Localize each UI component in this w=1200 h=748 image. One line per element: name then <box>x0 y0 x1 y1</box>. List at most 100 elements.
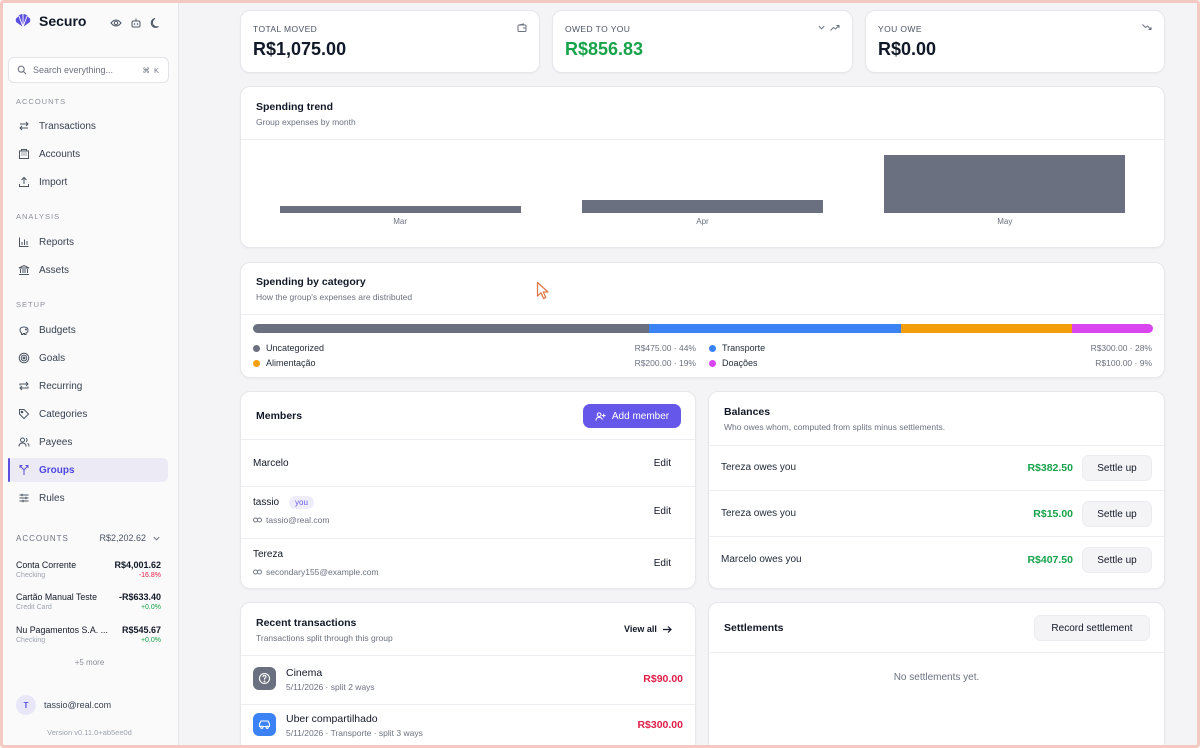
add-member-button[interactable]: Add member <box>583 404 681 428</box>
edit-member-button[interactable]: Edit <box>654 558 671 569</box>
sidebar-item-label: Import <box>39 176 68 188</box>
spending-category-card: Spending by category How the group's exp… <box>240 262 1165 378</box>
settle-up-button[interactable]: Settle up <box>1082 455 1152 481</box>
legend-value: R$300.00 · 28% <box>1090 343 1152 353</box>
account-balance: R$545.67 <box>121 625 161 635</box>
transaction-meta: 5/11/2026 · Transporte · split 3 ways <box>286 728 423 738</box>
legend-label: Alimentação <box>266 358 316 368</box>
section-title-setup: SETUP <box>16 300 47 309</box>
recent-transactions-card: Recent transactions Transactions split t… <box>240 602 696 748</box>
brand[interactable]: Securo <box>14 13 86 29</box>
stat-card-you-owe: YOU OWE R$0.00 <box>865 10 1165 73</box>
bank-icon <box>17 264 30 277</box>
sidebar-item-goals[interactable]: Goals <box>8 346 168 370</box>
user-plus-icon <box>595 411 606 422</box>
user-menu[interactable]: T tassio@real.com <box>16 695 111 715</box>
sidebar-item-categories[interactable]: Categories <box>8 402 168 426</box>
more-accounts-link[interactable]: +5 more <box>0 658 179 667</box>
card-title: Settlements <box>724 622 784 634</box>
account-name: Conta Corrente <box>16 560 77 570</box>
legend-item: Uncategorized R$475.00 · 44% <box>253 343 696 353</box>
edit-member-button[interactable]: Edit <box>654 506 671 517</box>
shell-logo-icon <box>14 13 32 29</box>
sidebar-item-label: Accounts <box>39 148 81 160</box>
search-icon <box>17 65 27 75</box>
sidebar-item-budgets[interactable]: Budgets <box>8 318 168 342</box>
bar-chart-icon <box>17 236 30 249</box>
sidebar-item-label: Categories <box>39 408 88 420</box>
robot-icon[interactable] <box>129 16 142 29</box>
trend-x-label: Mar <box>393 217 408 226</box>
sidebar-item-recurring[interactable]: Recurring <box>8 374 168 398</box>
stat-label: YOU OWE <box>878 24 922 34</box>
account-item[interactable]: Nu Pagamentos S.A. ... Checking R$545.67… <box>16 625 161 651</box>
edit-member-button[interactable]: Edit <box>654 458 671 469</box>
divider <box>709 536 1164 537</box>
balances-card: Balances Who owes whom, computed from sp… <box>708 391 1165 589</box>
account-item[interactable]: Cartão Manual Teste Credit Card -R$633.4… <box>16 592 161 618</box>
members-card: Members Add member Marcelo Edit tassio y… <box>240 391 696 589</box>
legend-item: Alimentação R$200.00 · 19% <box>253 358 696 368</box>
section-title-analysis: ANALYSIS <box>16 212 61 221</box>
sidebar-item-label: Payees <box>39 436 73 448</box>
card-title: Members <box>256 410 303 422</box>
sidebar-item-payees[interactable]: Payees <box>8 430 168 454</box>
eye-icon[interactable] <box>109 16 122 29</box>
divider <box>241 439 695 440</box>
balance-amount: R$382.50 <box>1027 462 1073 474</box>
stat-card-total-moved: TOTAL MOVED R$1,075.00 <box>240 10 540 73</box>
repeat-icon <box>17 380 30 393</box>
category-stacked-bar <box>253 324 1153 333</box>
stat-value: R$1,075.00 <box>253 39 347 59</box>
legend-item: Doações R$100.00 · 9% <box>709 358 1152 368</box>
target-icon <box>17 352 30 365</box>
transaction-meta: 5/11/2026 · split 2 ways <box>286 682 375 692</box>
stat-value: R$856.83 <box>565 39 644 59</box>
sidebar-item-import[interactable]: Import <box>8 170 168 194</box>
record-settlement-button[interactable]: Record settlement <box>1034 615 1150 641</box>
legend-label: Doações <box>722 358 758 368</box>
card-subtitle: Group expenses by month <box>256 117 356 127</box>
legend-dot <box>253 359 260 367</box>
accounts-summary-header[interactable]: ACCOUNTS R$2,202.62 <box>16 533 161 543</box>
sidebar-item-groups[interactable]: Groups <box>8 458 168 482</box>
account-change: +0.0% <box>140 604 161 611</box>
search-input[interactable] <box>33 65 133 75</box>
account-name: Cartão Manual Teste <box>16 592 98 602</box>
chevron-down-icon[interactable] <box>817 23 826 32</box>
settle-up-button[interactable]: Settle up <box>1082 547 1152 573</box>
moon-icon[interactable] <box>149 16 162 29</box>
trend-x-label: Apr <box>696 217 709 226</box>
balance-amount: R$15.00 <box>1033 508 1073 520</box>
member-email: tassio@real.com <box>266 515 330 525</box>
legend-value: R$200.00 · 19% <box>634 358 696 368</box>
arrow-right-icon <box>662 625 672 634</box>
question-circle-icon <box>253 667 276 690</box>
divider <box>241 704 695 705</box>
sidebar-item-accounts[interactable]: Accounts <box>8 142 168 166</box>
sidebar-item-transactions[interactable]: Transactions <box>8 114 168 138</box>
sidebar: Securo ⌘ K ACCOUNTS Transactions Account… <box>0 0 179 748</box>
settle-up-button[interactable]: Settle up <box>1082 501 1152 527</box>
sliders-icon <box>17 492 30 505</box>
member-name: Marcelo <box>253 458 289 469</box>
account-item[interactable]: Conta Corrente Checking R$4,001.62 -16.8… <box>16 560 161 586</box>
sidebar-item-label: Goals <box>39 352 66 364</box>
split-icon <box>17 464 30 477</box>
sidebar-item-label: Budgets <box>39 324 76 336</box>
sidebar-item-reports[interactable]: Reports <box>8 230 168 254</box>
view-all-button[interactable]: View all <box>624 624 672 634</box>
trend-bar <box>279 206 521 213</box>
accounts-summary-title: ACCOUNTS <box>16 533 69 543</box>
legend-dot <box>253 344 260 352</box>
sidebar-item-label: Assets <box>39 264 70 276</box>
account-change: -16.8% <box>138 572 161 579</box>
search-box[interactable]: ⌘ K <box>8 57 169 83</box>
sidebar-item-rules[interactable]: Rules <box>8 486 168 510</box>
search-shortcut: ⌘ K <box>142 65 160 75</box>
sidebar-item-assets[interactable]: Assets <box>8 258 168 282</box>
wallet-icon <box>517 23 527 33</box>
app-name: Securo <box>39 13 87 29</box>
link-icon <box>253 517 262 523</box>
card-subtitle: Who owes whom, computed from splits minu… <box>724 422 946 432</box>
